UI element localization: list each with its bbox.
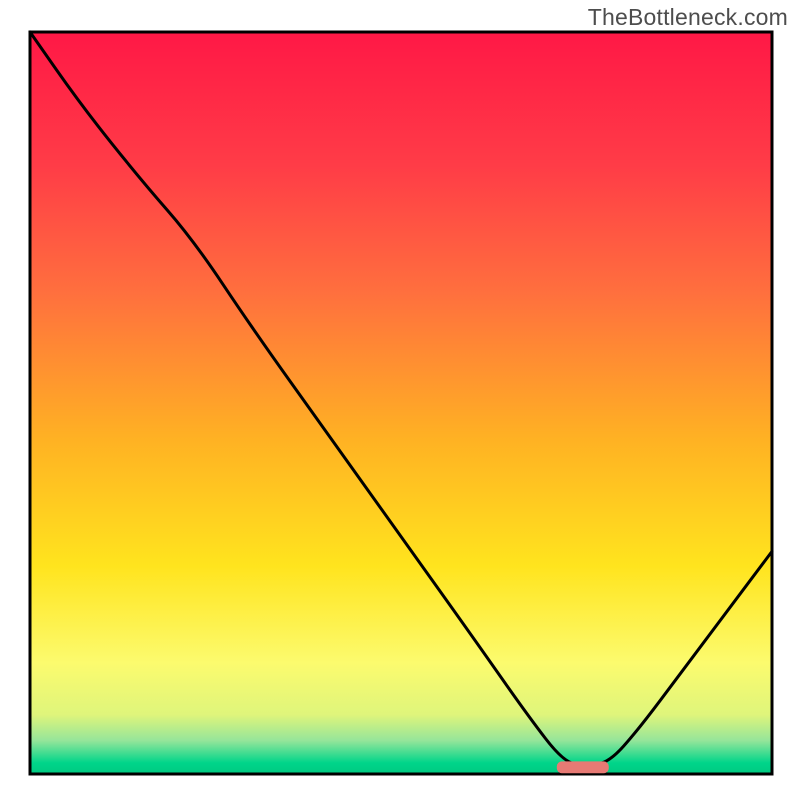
watermark-text: TheBottleneck.com bbox=[588, 4, 788, 31]
chart-container: TheBottleneck.com bbox=[0, 0, 800, 800]
bottleneck-chart bbox=[0, 0, 800, 800]
plot-background bbox=[30, 32, 772, 774]
optimal-range-marker bbox=[557, 761, 609, 773]
